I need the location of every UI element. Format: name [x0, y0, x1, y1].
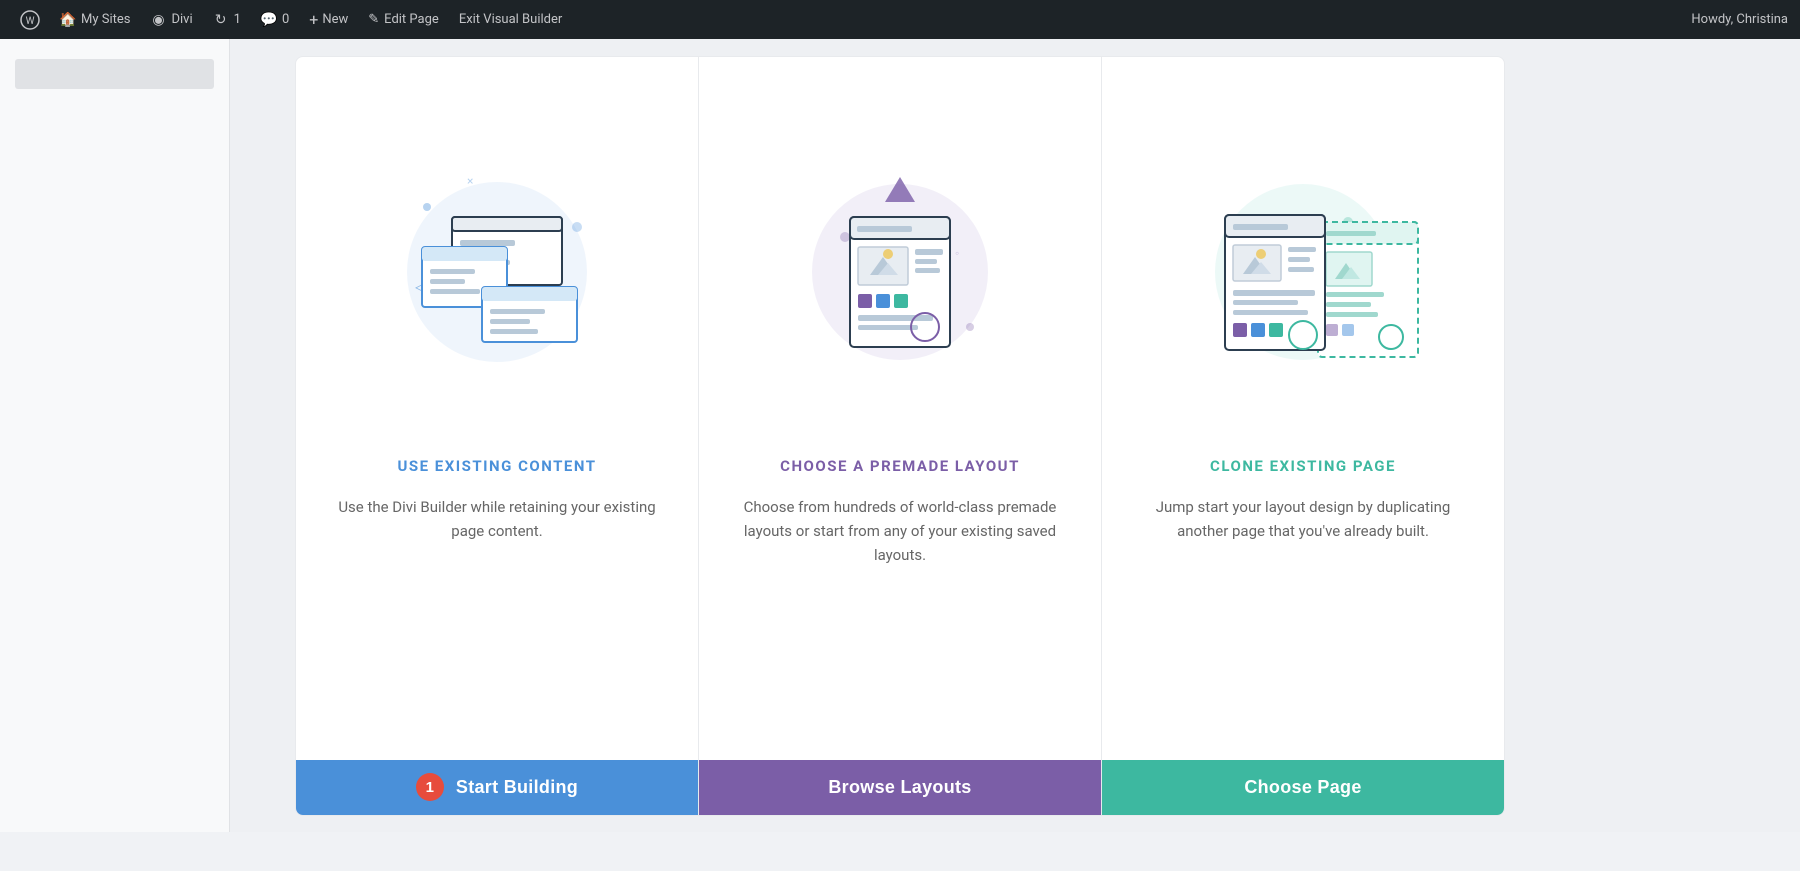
- card-1-btn-wrapper: 1 Start Building: [296, 760, 698, 815]
- svg-text:W: W: [26, 16, 35, 27]
- use-existing-card: ◁ ◇ × ◦: [295, 56, 699, 816]
- divi-icon: ◉: [150, 12, 166, 28]
- card-2-btn-wrapper: Browse Layouts: [699, 760, 1101, 815]
- sidebar-ghost: [0, 39, 230, 832]
- clone-illustration: ◇ ▷ × ◦: [1102, 57, 1504, 457]
- svg-text:×: ×: [467, 174, 473, 188]
- choose-page-button[interactable]: Choose Page: [1102, 760, 1504, 815]
- exit-vb-btn[interactable]: Exit Visual Builder: [451, 8, 570, 31]
- card-2-title: CHOOSE A PREMADE LAYOUT: [780, 457, 1020, 475]
- plus-icon: +: [309, 10, 318, 29]
- comments-menu[interactable]: 💬 0: [253, 8, 297, 32]
- svg-text:◦: ◦: [955, 246, 959, 260]
- divi-menu[interactable]: ◉ Divi: [142, 8, 200, 32]
- comment-icon: 💬: [261, 12, 277, 28]
- start-building-button[interactable]: 1 Start Building: [296, 760, 698, 815]
- top-navigation: W 🏠 My Sites ◉ Divi ↻ 1 💬 0 + New ✎ Edit…: [0, 0, 1800, 39]
- wp-logo[interactable]: W: [12, 6, 48, 34]
- card-1-description: Use the Divi Builder while retaining you…: [296, 495, 698, 760]
- main-content: ◁ ◇ × ◦: [0, 39, 1800, 832]
- new-menu[interactable]: + New: [301, 6, 356, 33]
- card-3-title: CLONE EXISTING PAGE: [1210, 457, 1396, 475]
- card-2-description: Choose from hundreds of world-class prem…: [699, 495, 1101, 760]
- clone-page-card: ◇ ▷ × ◦: [1102, 56, 1505, 816]
- refresh-icon: ↻: [213, 12, 229, 28]
- badge-1: 1: [416, 773, 444, 801]
- card-1-title: USE EXISTING CONTENT: [397, 457, 596, 475]
- sites-icon: 🏠: [60, 12, 76, 28]
- howdy-greeting: Howdy, Christina: [1691, 12, 1788, 27]
- my-sites-menu[interactable]: 🏠 My Sites: [52, 8, 138, 32]
- card-3-description: Jump start your layout design by duplica…: [1102, 495, 1504, 760]
- browse-layouts-button[interactable]: Browse Layouts: [699, 760, 1101, 815]
- updates-menu[interactable]: ↻ 1: [205, 8, 249, 32]
- edit-page-btn[interactable]: ✎ Edit Page: [360, 8, 447, 31]
- pencil-icon: ✎: [368, 12, 379, 27]
- cards-container: ◁ ◇ × ◦: [295, 56, 1505, 816]
- card-3-btn-wrapper: Choose Page: [1102, 760, 1504, 815]
- premade-layout-card: × ◦: [699, 56, 1102, 816]
- premade-illustration: × ◦: [699, 57, 1101, 457]
- use-existing-illustration: ◁ ◇ × ◦: [296, 57, 698, 457]
